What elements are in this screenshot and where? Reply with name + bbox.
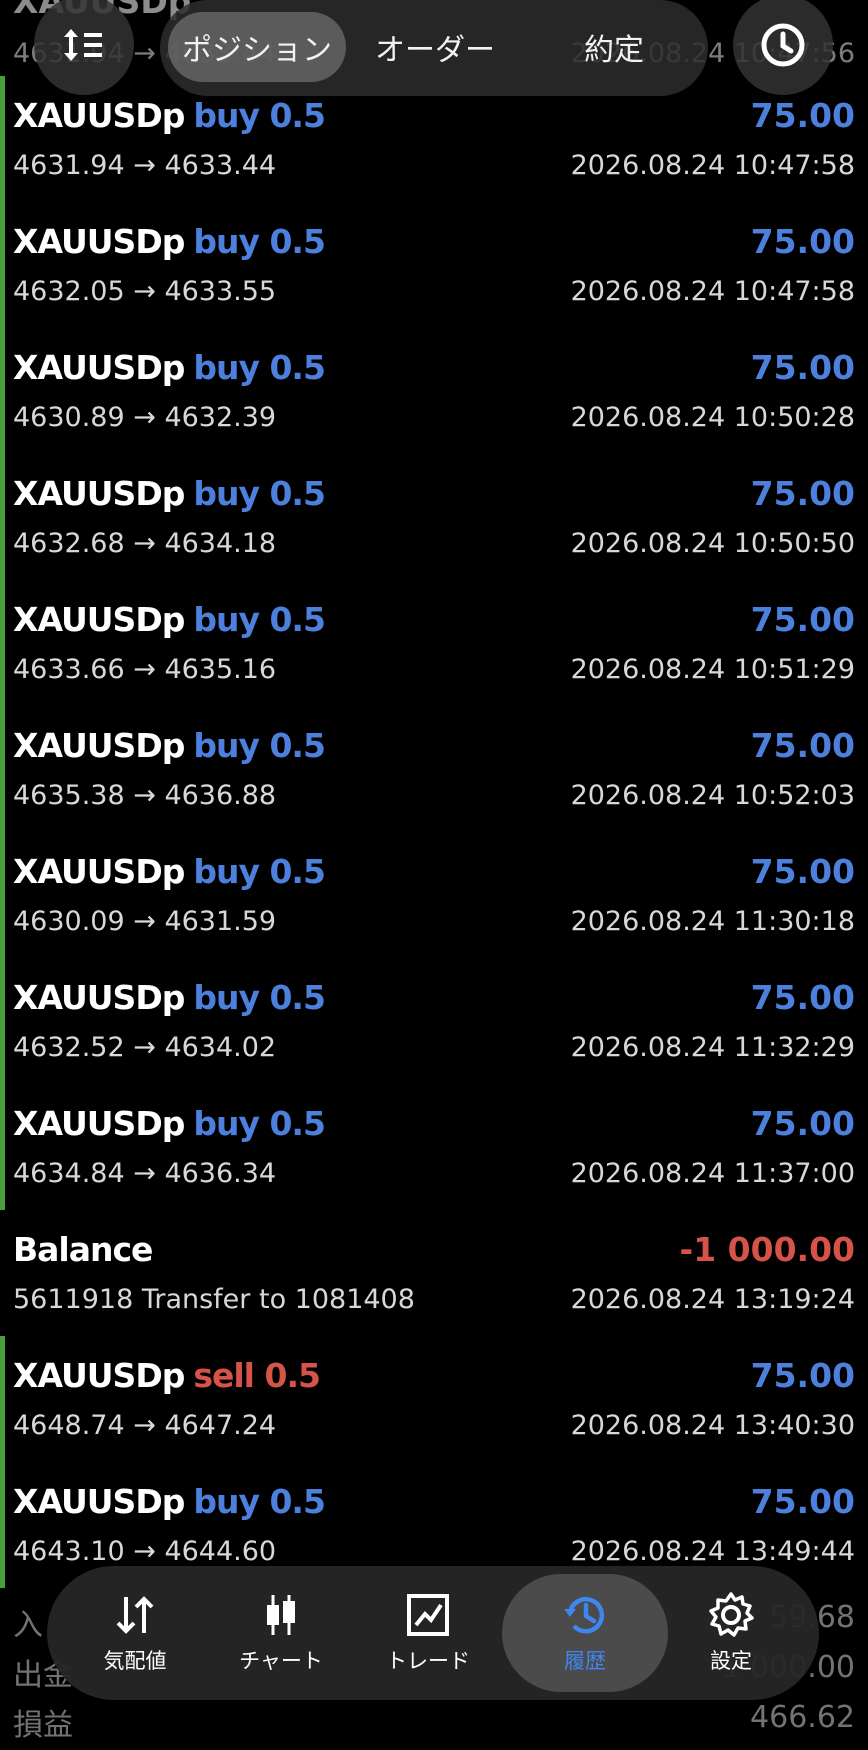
top-bar: ポジション オーダー 約定 [0, 0, 868, 100]
profit-amount: 75.00 [750, 96, 855, 135]
price-range: 4630.09 → 4631.59 [13, 906, 277, 937]
direction-lot: buy 0.5 [193, 852, 326, 891]
nav-quotes[interactable]: 気配値 [61, 1574, 209, 1692]
nav-settings[interactable]: 設定 [657, 1574, 805, 1692]
symbol: XAUUSDp [13, 600, 185, 639]
symbol: XAUUSDp [13, 1104, 185, 1143]
list-item[interactable]: XAUUSDp buy 0.5 75.00 4633.66 → 4635.16 2… [0, 580, 868, 706]
nav-history-label: 履歴 [564, 1649, 606, 1673]
history-list: XAUUSDp 4631.94 → 4633.44 2026.08.24 10:… [0, 0, 868, 1588]
timestamp: 2026.08.24 10:52:03 [570, 780, 855, 811]
symbol: XAUUSDp [13, 726, 185, 765]
price-range: 4632.52 → 4634.02 [13, 1032, 277, 1063]
profit-amount: 75.00 [750, 1356, 855, 1395]
price-range: 4634.84 → 4636.34 [13, 1158, 277, 1189]
timestamp: 2026.08.24 10:50:28 [570, 402, 855, 433]
list-item[interactable]: XAUUSDp buy 0.5 75.00 4630.89 → 4632.39 2… [0, 328, 868, 454]
profit-amount: 75.00 [750, 348, 855, 387]
transfer-comment: 5611918 Transfer to 1081408 [13, 1284, 415, 1315]
period-button[interactable] [733, 0, 833, 95]
timestamp: 2026.08.24 10:51:29 [570, 654, 855, 685]
symbol: XAUUSDp [13, 978, 185, 1017]
tab-positions[interactable]: ポジション [168, 12, 346, 82]
chart-icon [267, 1595, 295, 1635]
price-range: 4643.10 → 4644.60 [13, 1536, 277, 1567]
nav-trade-label: トレード [386, 1649, 470, 1673]
list-item[interactable]: XAUUSDp buy 0.5 75.00 4632.05 → 4633.55 2… [0, 202, 868, 328]
symbol: XAUUSDp [13, 222, 185, 261]
direction-lot: buy 0.5 [193, 726, 326, 765]
timestamp: 2026.08.24 13:49:44 [570, 1536, 855, 1567]
price-range: 4648.74 → 4647.24 [13, 1410, 277, 1441]
direction-lot: buy 0.5 [193, 1104, 326, 1143]
symbol: XAUUSDp [13, 348, 185, 387]
price-range: 4630.89 → 4632.39 [13, 402, 277, 433]
price-range: 4632.68 → 4634.18 [13, 528, 277, 559]
price-range: 4631.94 → 4633.44 [13, 150, 277, 181]
profit-amount: 75.00 [750, 1104, 855, 1143]
bottom-nav: 気配値 チャート トレード 履歴 設定 [47, 1566, 819, 1700]
price-range: 4633.66 → 4635.16 [13, 654, 277, 685]
symbol: XAUUSDp [13, 96, 185, 135]
sort-button[interactable] [34, 0, 134, 95]
nav-chart[interactable]: チャート [207, 1574, 355, 1692]
direction-lot: buy 0.5 [193, 474, 326, 513]
direction-lot: buy 0.5 [193, 1482, 326, 1521]
direction-lot: buy 0.5 [193, 978, 326, 1017]
nav-trade[interactable]: トレード [354, 1574, 502, 1692]
direction-lot: buy 0.5 [193, 222, 326, 261]
segment-control: ポジション オーダー 約定 [160, 0, 708, 96]
summary-row: 損益 466.62 [13, 1700, 855, 1743]
direction-lot: sell 0.5 [193, 1356, 321, 1395]
profit-amount: 75.00 [750, 222, 855, 261]
profit-amount: 75.00 [750, 1482, 855, 1521]
profit-amount: 75.00 [750, 600, 855, 639]
timestamp: 2026.08.24 11:32:29 [570, 1032, 855, 1063]
symbol: XAUUSDp [13, 1482, 185, 1521]
balance-amount: -1 000.00 [679, 1230, 856, 1269]
quotes-icon [116, 1596, 154, 1634]
nav-history[interactable]: 履歴 [502, 1574, 668, 1692]
symbol: XAUUSDp [13, 474, 185, 513]
direction-lot: buy 0.5 [193, 96, 326, 135]
list-item[interactable]: XAUUSDp buy 0.5 75.00 4635.38 → 4636.88 2… [0, 706, 868, 832]
gear-icon [709, 1592, 754, 1637]
profit-amount: 75.00 [750, 474, 855, 513]
tab-orders[interactable]: オーダー [350, 12, 520, 82]
profit-amount: 75.00 [750, 978, 855, 1017]
list-item[interactable]: XAUUSDp sell 0.5 75.00 4648.74 → 4647.24 … [0, 1336, 868, 1462]
history-icon [564, 1597, 605, 1634]
list-item[interactable]: XAUUSDp buy 0.5 75.00 4630.09 → 4631.59 2… [0, 832, 868, 958]
symbol: XAUUSDp [13, 1356, 185, 1395]
timestamp: 2026.08.24 11:37:00 [570, 1158, 855, 1189]
direction-lot: buy 0.5 [193, 348, 326, 387]
sort-icon [64, 29, 102, 61]
direction-lot: buy 0.5 [193, 600, 326, 639]
list-item[interactable]: XAUUSDp buy 0.5 75.00 4632.68 → 4634.18 2… [0, 454, 868, 580]
timestamp: 2026.08.24 13:40:30 [570, 1410, 855, 1441]
timestamp: 2026.08.24 11:30:18 [570, 906, 855, 937]
profit-amount: 75.00 [750, 726, 855, 765]
timestamp: 2026.08.24 10:50:50 [570, 528, 855, 559]
nav-settings-label: 設定 [710, 1649, 752, 1673]
balance-label: Balance [13, 1230, 153, 1269]
timestamp: 2026.08.24 10:47:58 [570, 150, 855, 181]
list-item-balance[interactable]: Balance -1 000.00 5611918 Transfer to 10… [0, 1210, 868, 1336]
timestamp: 2026.08.24 10:47:58 [570, 276, 855, 307]
nav-quotes-label: 気配値 [103, 1649, 167, 1673]
clock-icon [761, 23, 805, 67]
tab-deals[interactable]: 約定 [528, 12, 700, 82]
price-range: 4635.38 → 4636.88 [13, 780, 277, 811]
list-item[interactable]: XAUUSDp buy 0.5 75.00 4632.52 → 4634.02 2… [0, 958, 868, 1084]
nav-chart-label: チャート [239, 1649, 323, 1673]
profit-amount: 75.00 [750, 852, 855, 891]
trade-icon [407, 1594, 449, 1636]
price-range: 4632.05 → 4633.55 [13, 276, 277, 307]
timestamp: 2026.08.24 13:19:24 [570, 1284, 855, 1315]
list-item[interactable]: XAUUSDp buy 0.5 75.00 4634.84 → 4636.34 2… [0, 1084, 868, 1210]
symbol: XAUUSDp [13, 852, 185, 891]
